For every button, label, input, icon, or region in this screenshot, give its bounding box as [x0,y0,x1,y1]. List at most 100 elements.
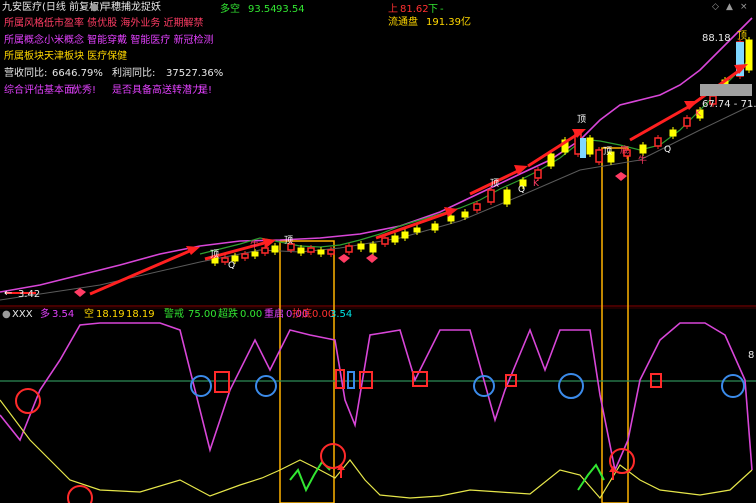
candle-down [251,251,259,257]
candle-up [261,247,269,254]
diamond-icon [366,254,378,263]
circle-blue [255,375,277,397]
style-label: 所属风格: [4,18,48,29]
candle-marker: 顶 [577,115,587,125]
sub-indicator-icon: ● [2,309,11,320]
candle-down [547,153,555,167]
sub-warn-value: 75.00 [188,309,217,320]
circle-red [320,443,346,469]
candle-down [271,245,279,253]
sub-warn-label: 警戒 [164,309,184,320]
candle-up [307,247,315,253]
candle-marker: K [695,109,701,119]
candle-marker: K [533,179,539,189]
profit-label: 利润同比: [112,68,156,79]
duo-kong-label: 多空 [220,4,240,15]
candle-marker: 顶 [603,147,613,157]
revenue-value: 6646.79% [52,68,103,79]
up-label: 上 [388,4,398,15]
candle-down [745,39,753,71]
range-label: 67.74 - 71.8 [702,99,756,110]
candle-down [503,189,511,205]
circle-blue [721,374,745,398]
trend-arrows [6,64,748,296]
profit-value: 37527.36% [166,68,224,79]
diamond-icon [74,288,86,297]
candle-up [345,245,353,253]
indicator-name[interactable]: 早穗捕龙捉妖 [101,2,161,14]
green-signal-line [289,460,331,493]
sub-duo-label: 多 [40,309,50,320]
candle-marker: 牛 [638,156,648,166]
signal-markers [15,369,745,503]
candle-down [431,223,439,231]
high-transfer-label: 是否具备高送转潜力: [112,85,206,96]
sector-values: 天津板块 医疗保健 [44,51,128,62]
sub-kong-value2: 18.19 [126,309,155,320]
candle-highlight [580,138,586,158]
square-red [214,371,230,393]
sub-right-axis: 8 [748,350,755,361]
diamond-icon [615,172,627,181]
window-control-close-icon[interactable]: × [740,2,748,12]
concept-label: 所属概念: [4,35,48,46]
candle-marker: 顶 [490,179,500,189]
candle-marker: Q [228,261,236,271]
low-price-label: 3.42 [18,289,41,300]
sub-name[interactable]: XXX [12,309,33,321]
candle-down [401,231,409,239]
duo-kong-value2: 93.54 [276,4,305,15]
candle-down [297,247,305,254]
candle-down [639,144,647,154]
trend-arrow-1 [89,248,193,296]
candle-marker: 底 [620,146,630,156]
window-control-up-icon[interactable]: ▲ [726,2,733,12]
style-values: 低市盈率 债优股 海外业务 近期解禁 [44,18,204,29]
buy-arrows [337,464,617,480]
candle-up [534,169,542,179]
fundamentals-label: 综合评估基本面: [4,85,78,96]
candle-down [447,215,455,222]
candle-up [595,149,603,163]
candle-marker: 顶 [210,250,220,260]
square-blue [347,371,355,389]
sub-duo-value: 3.54 [52,309,75,320]
low-price-marker-icon: ← [4,288,13,299]
candle-up [327,249,335,255]
window-control-diamond-icon[interactable]: ◇ [712,2,719,12]
candle-down [391,235,399,243]
candle-down [357,243,365,250]
sub-kong-label: 空 [84,309,94,320]
candle-up [683,117,691,127]
stock-name: 九安医疗 [2,2,42,13]
candle-up [654,137,662,147]
high-price-label: 88.18 [702,33,731,44]
down-label: 下 [428,4,438,15]
peak-marker: 顶 [737,31,747,42]
indicator-icon: ● [90,2,99,13]
candle-marker: 顶 [284,236,294,246]
candle-down [669,129,677,137]
oscillator-line [0,322,753,473]
candle-down [461,211,469,218]
candle-marker: Q [518,185,526,195]
concept-values: 小米概念 智能穿戴 智能医疗 新冠检测 [44,35,214,46]
float-cap-label: 流通盘 [388,17,418,28]
price-range-box [700,84,752,96]
high-transfer-value: 是! [198,85,213,96]
candle-marker: Q [664,145,672,155]
revenue-label: 营收同比: [4,68,48,79]
sub-extra-value: 3.54 [330,309,353,320]
up-value: 81.62 [400,4,429,15]
candle-down [586,137,594,155]
candle-down [413,227,421,233]
candle-up [381,237,389,245]
candle-up [241,253,249,259]
sub-overbought-label: 超跌 [218,309,238,320]
circle-blue [558,373,584,399]
sub-buy-label: 抄底 [292,309,312,320]
float-cap-value: 191.39亿 [426,17,471,28]
candle-down [369,243,377,253]
candle-down [317,249,325,255]
sector-label: 所属板块: [4,51,48,62]
